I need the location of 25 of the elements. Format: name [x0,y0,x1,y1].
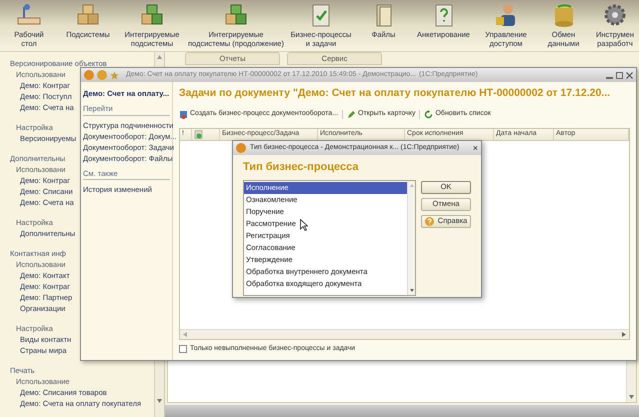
logo-icon [236,143,246,153]
cursor-icon [300,219,308,231]
close-button[interactable]: × [472,143,478,153]
scroll-up-icon[interactable] [157,55,162,59]
task-icon [194,130,203,139]
star-icon[interactable] [110,70,119,80]
horizontal-scrollbar[interactable] [180,328,629,338]
checkbox[interactable] [179,344,187,353]
column-header[interactable] [192,128,220,140]
scroll-down-icon[interactable] [410,288,414,292]
scroll-down-icon[interactable] [629,395,634,399]
minimize-icon[interactable] [606,76,613,78]
logo-icon [84,70,94,80]
page-heading: Задачи по документу "Демо: Счет на оплату покупателю НТ-00000002 от 17.12.20... [179,86,612,101]
pencil-icon [347,110,356,119]
scroll-down-icon[interactable] [157,399,162,403]
scroll-left-icon[interactable] [183,332,187,336]
help-icon [424,216,434,226]
refresh-icon [424,110,434,119]
close-icon[interactable] [626,72,633,78]
dialog-heading: Тип бизнес-процесса [243,160,360,175]
maximize-icon[interactable] [616,72,623,78]
gear-icon [602,2,628,28]
scrollbar[interactable] [407,180,415,294]
process-icon [179,110,188,119]
